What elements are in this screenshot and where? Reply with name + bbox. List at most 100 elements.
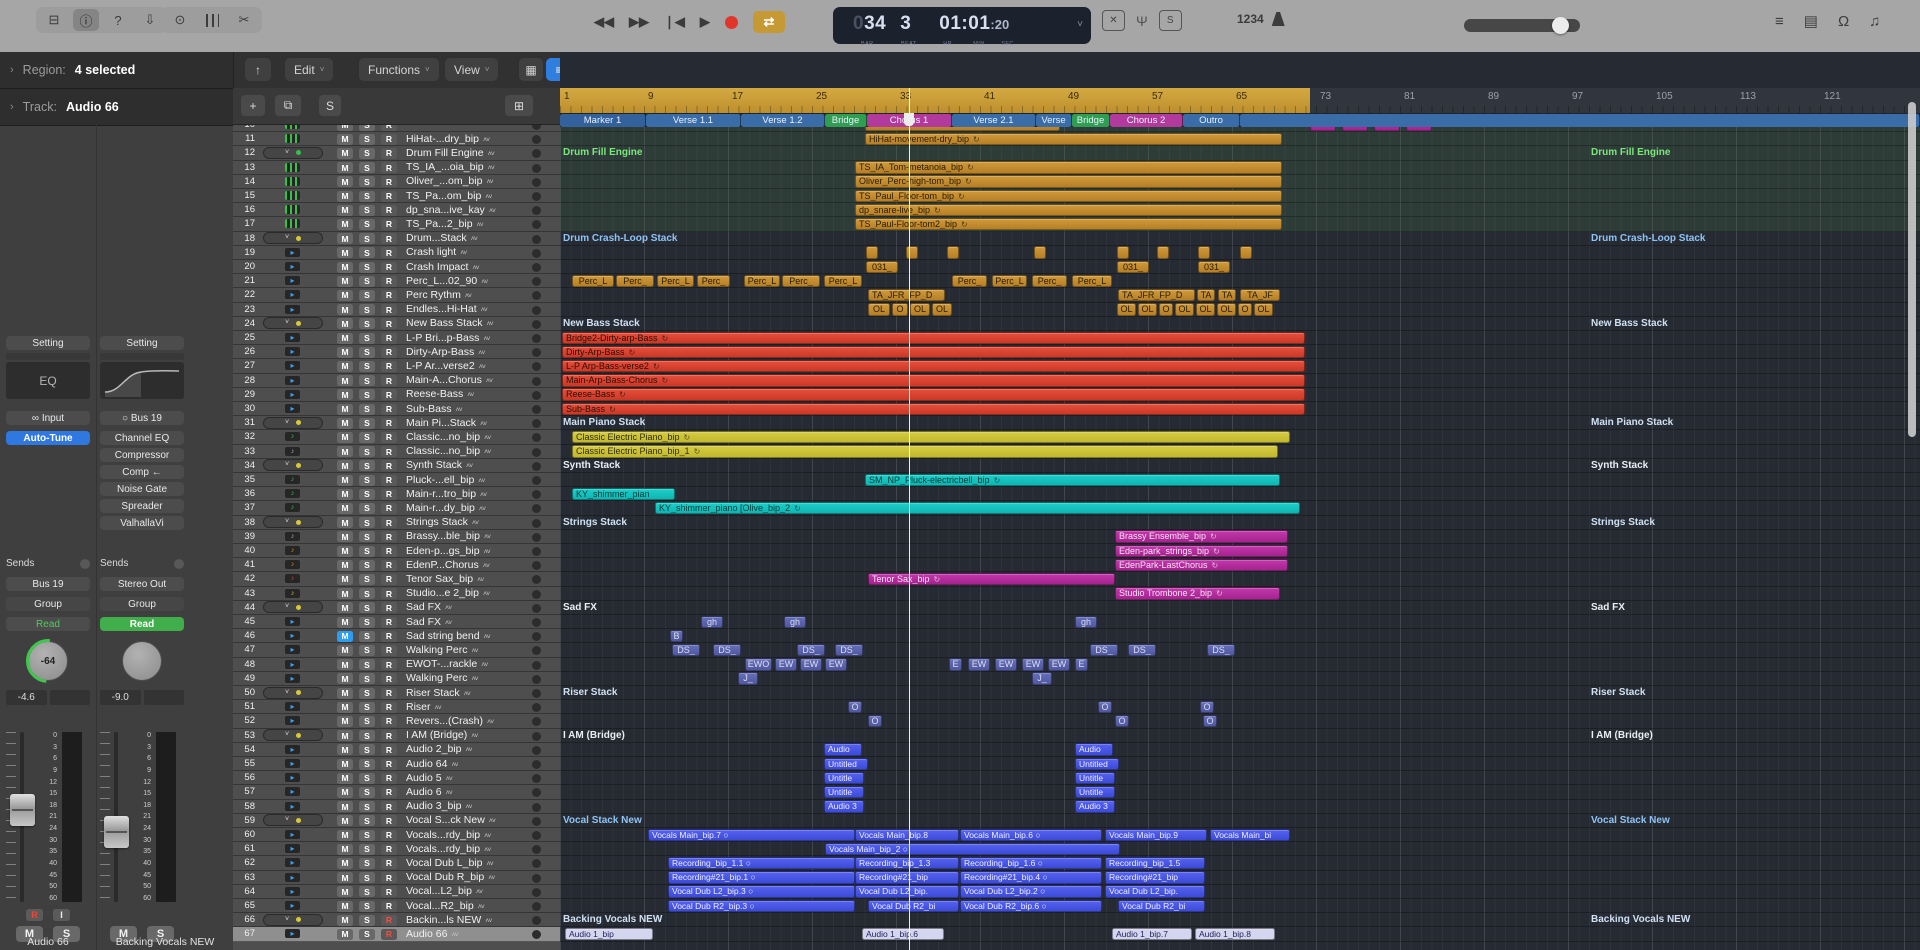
record-enable-button[interactable]: R (381, 730, 397, 741)
autopunch-icon[interactable]: ✕ (1102, 10, 1125, 31)
track-name[interactable]: Main-r...tro_bip˄˅ (406, 488, 526, 500)
vertical-scrollbar[interactable] (1908, 102, 1916, 437)
mute-button[interactable]: M (337, 702, 353, 713)
arrange-area[interactable]: HiHat-movement-dry_bip↻Drum Fill EngineD… (560, 52, 1920, 950)
track-header-row[interactable]: 35♪MSRPluck-...ell_bip˄˅ (233, 473, 560, 487)
track-header-row[interactable]: 37♪MSRMain-r...dy_bip˄˅ (233, 501, 560, 515)
solo-button[interactable]: S (359, 830, 375, 841)
track-header-row[interactable]: 34˅MSRSynth Stack˄˅ (233, 459, 560, 473)
track-name[interactable]: Riser˄˅ (406, 701, 526, 713)
track-lane[interactable]: Backing Vocals NEWBacking Vocals NEW (560, 913, 1920, 927)
stack-disclosure[interactable]: ˅ (263, 459, 323, 471)
mixer-icon[interactable] (199, 9, 225, 31)
track-updown-icon[interactable]: ˄˅ (485, 918, 491, 925)
rewind-button[interactable]: ◀◀ (594, 14, 614, 30)
track-updown-icon[interactable]: ˄˅ (483, 336, 489, 343)
region-clip[interactable]: EW (1048, 658, 1070, 671)
mute-button[interactable]: M (337, 560, 353, 571)
track-lane[interactable]: Brassy Ensemble_bip↻ (560, 530, 1920, 544)
solo-button[interactable]: S (359, 233, 375, 244)
track-updown-icon[interactable]: ˄˅ (486, 321, 492, 328)
region-clip[interactable]: DS_ (672, 644, 700, 657)
track-name[interactable]: Eden-p...gs_bip˄˅ (406, 545, 526, 557)
track-header-row[interactable]: 53˅MSRI AM (Bridge)˄˅ (233, 729, 560, 743)
record-enable-button[interactable]: R (381, 375, 397, 386)
solo-button[interactable]: S (359, 389, 375, 400)
record-enable-button[interactable]: R (381, 716, 397, 727)
track-updown-icon[interactable]: ˄˅ (484, 549, 490, 556)
region-clip[interactable]: Audio 1_bip.6 (862, 928, 944, 941)
solo-button[interactable]: S (359, 347, 375, 358)
track-header-row[interactable]: 33♪MSRClassic...no_bip˄˅ (233, 445, 560, 459)
solo-button[interactable]: S (359, 574, 375, 585)
track-lane[interactable]: Audio 3Audio 3 (560, 800, 1920, 814)
region-clip[interactable]: Perc_ (616, 275, 654, 288)
track-updown-icon[interactable]: ˄˅ (481, 307, 487, 314)
mute-button[interactable]: M (337, 290, 353, 301)
track-lane[interactable]: Reese-Bass↻ (560, 388, 1920, 402)
track-name[interactable]: Crash light˄˅ (406, 246, 526, 258)
track-lane[interactable]: Studio Trombone 2_bip↻ (560, 587, 1920, 601)
mute-button[interactable]: M (337, 460, 353, 471)
region-clip[interactable]: OL (1175, 303, 1194, 316)
track-name[interactable]: Audio 64˄˅ (406, 758, 526, 770)
input-monitor-button[interactable]: I (53, 909, 70, 921)
volume-value[interactable]: -9.0 (100, 690, 141, 705)
solo-button[interactable]: S (359, 688, 375, 699)
track-updown-icon[interactable]: ˄˅ (478, 478, 484, 485)
record-enable-button[interactable]: R (381, 546, 397, 557)
track-header-row[interactable]: 42♪MSRTenor Sax_bip˄˅ (233, 572, 560, 586)
record-enable-button[interactable]: R (381, 872, 397, 883)
input-routing-button[interactable]: ○ Bus 19 (100, 411, 184, 425)
track-updown-icon[interactable]: ˄˅ (488, 165, 494, 172)
solo-button[interactable]: S (359, 333, 375, 344)
region-clip[interactable] (947, 246, 959, 259)
track-lane[interactable]: Main-Arp-Bass-Chorus↻ (560, 374, 1920, 388)
region-clip[interactable]: Untitle (824, 786, 864, 799)
solo-button[interactable]: S (359, 517, 375, 528)
solo-button[interactable]: S (359, 432, 375, 443)
region-clip[interactable]: Vocal Dub R2_bip.3 ○ (668, 900, 855, 913)
region-clip[interactable]: Reese-Bass↻ (562, 388, 1305, 401)
track-lane[interactable]: TS_Paul-Floor-tom2_bip↻ (560, 217, 1920, 231)
mute-button[interactable]: M (337, 574, 353, 585)
track-updown-icon[interactable]: ˄˅ (445, 620, 451, 627)
region-clip[interactable]: OL (932, 303, 952, 316)
track-name[interactable]: L-P Ar...verse2˄˅ (406, 360, 526, 372)
region-clip[interactable]: OL (1217, 303, 1236, 316)
forward-button[interactable]: ▶▶ (629, 14, 649, 30)
region-clip[interactable]: Sub-Bass↻ (562, 403, 1305, 416)
track-lane[interactable]: TS_Paul_Floor-tom_bip↻ (560, 189, 1920, 203)
region-clip[interactable]: DS_ (1207, 644, 1235, 657)
region-clip[interactable]: gh (701, 616, 723, 629)
arrangement-marker[interactable]: Verse (1036, 114, 1072, 127)
record-enable-button[interactable]: R (381, 830, 397, 841)
region-clip[interactable]: TA (1218, 289, 1236, 302)
volume-value[interactable]: -4.6 (6, 690, 47, 705)
plugin-slot[interactable]: Compressor (100, 448, 184, 462)
volume-knob[interactable] (1552, 17, 1569, 34)
track-lane[interactable]: Synth StackSynth Stack (560, 459, 1920, 473)
solo-button[interactable]: S (359, 872, 375, 883)
region-inspector-header[interactable]: › Region: 4 selected (0, 52, 233, 89)
solo-button[interactable]: S (359, 730, 375, 741)
region-clip[interactable]: Perc_L (824, 275, 862, 288)
region-clip[interactable]: Oliver_Perc-high-tom_bip↻ (855, 175, 1282, 188)
mute-button[interactable]: M (337, 432, 353, 443)
solo-button[interactable]: S (359, 702, 375, 713)
region-clip[interactable]: O (848, 701, 862, 714)
track-name[interactable]: Drum Fill Engine˄˅ (406, 147, 526, 159)
track-updown-icon[interactable]: ˄˅ (451, 762, 457, 769)
region-clip[interactable]: O (1203, 715, 1217, 728)
track-header-row[interactable]: 40♪MSREden-p...gs_bip˄˅ (233, 544, 560, 558)
track-lane[interactable]: EdenPark-LastChorus↻ (560, 558, 1920, 572)
track-lane[interactable]: AudioAudio (560, 743, 1920, 757)
track-header-row[interactable]: 11MSRHiHat-...dry_bip˄˅ (233, 132, 560, 146)
toolbar-toggle-icon[interactable]: ⇩ (137, 9, 163, 31)
automation-mode-button[interactable]: Read (100, 617, 184, 631)
track-updown-icon[interactable]: ˄˅ (484, 435, 490, 442)
track-zoom-button[interactable]: ⊞ (505, 95, 533, 116)
edit-menu[interactable]: Edit˅ (285, 58, 333, 81)
track-name[interactable]: Oliver_...om_bip˄˅ (406, 175, 526, 187)
region-clip[interactable]: Perc_ (952, 275, 987, 288)
